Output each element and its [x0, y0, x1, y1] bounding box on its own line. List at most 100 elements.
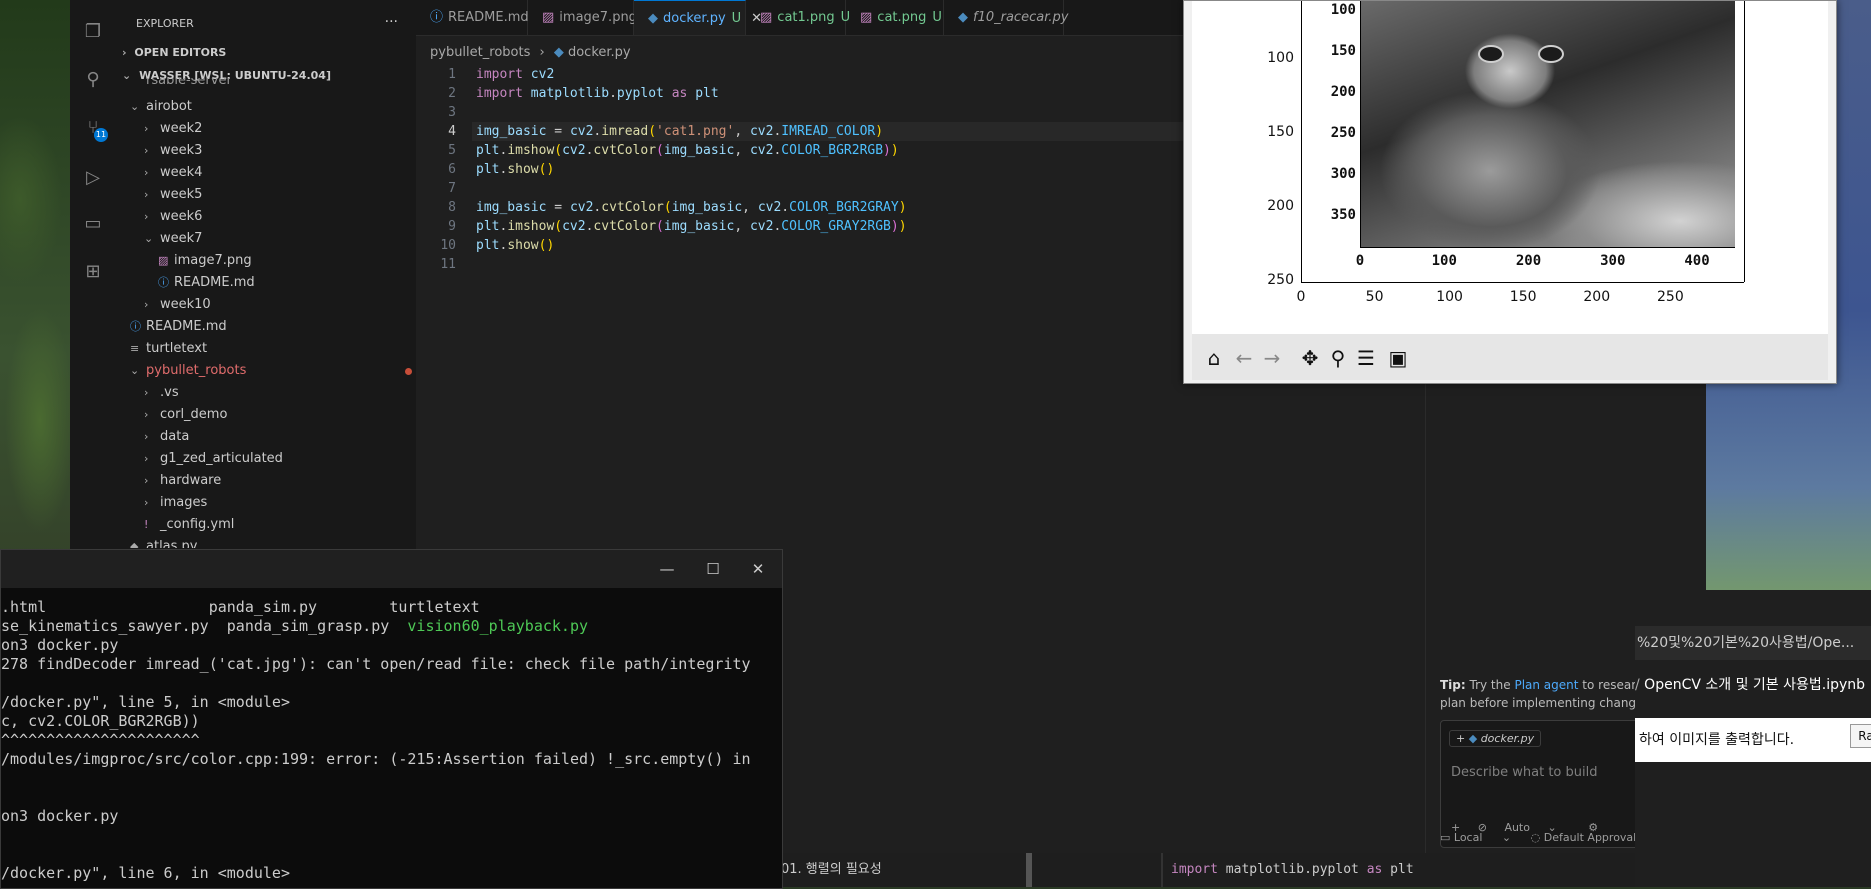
tree-item[interactable]: › .vs	[116, 382, 444, 404]
raw-button[interactable]: Ra	[1850, 724, 1871, 748]
tab-label: f10_racecar.py	[973, 10, 1069, 25]
tree-item[interactable]: › hardware	[116, 470, 444, 492]
tree-item[interactable]: › week3	[116, 140, 444, 162]
tree-item[interactable]: › week2	[116, 118, 444, 140]
terminal-text: on3 docker.py	[1, 636, 119, 654]
python-file-icon: ◆	[553, 45, 564, 60]
tree-item[interactable]: ◆ atlas.py	[116, 536, 430, 548]
python-file-icon: ◆	[958, 10, 968, 25]
outer-x-tick-label: 250	[1657, 289, 1684, 305]
code-keyword: as	[1366, 862, 1383, 877]
open-editors-section[interactable]: › OPEN EDITORS	[116, 42, 416, 64]
cat-eye	[1478, 45, 1504, 63]
plan-agent-link[interactable]: Plan agent	[1514, 678, 1578, 692]
outer-right-spine	[1744, 1, 1745, 282]
outer-x-tick-label: 150	[1509, 289, 1537, 305]
explorer-more-button[interactable]: ···	[385, 14, 398, 30]
breadcrumb-file[interactable]: docker.py	[568, 45, 631, 60]
tree-item[interactable]: ! _config.yml	[116, 514, 444, 536]
outer-x-tick-label: 100	[1436, 289, 1463, 305]
chevron-right-icon: ›	[144, 430, 149, 443]
tree-item[interactable]: › week4	[116, 162, 444, 184]
inner-x-tick-label: 300	[1600, 253, 1626, 269]
outer-x-tick-label: 50	[1365, 289, 1384, 305]
tip-pre: Try the	[1469, 678, 1511, 692]
chevron-right-icon: ›	[144, 496, 149, 509]
chevron-down-icon: ⌄	[144, 232, 154, 245]
run-debug-icon[interactable]: ▷	[80, 164, 106, 190]
tree-item-label: week6	[160, 209, 203, 224]
tree-item[interactable]: ⌄ week7	[116, 228, 444, 250]
close-icon[interactable]: ✕	[747, 558, 769, 580]
chevron-right-icon: ›	[144, 210, 149, 223]
code-alias: plt	[1390, 862, 1414, 877]
tip-label: Tip:	[1440, 678, 1466, 692]
pan-icon[interactable]: ✥	[1298, 346, 1322, 370]
tree-item[interactable]: › corl_demo	[116, 404, 444, 426]
add-context-icon[interactable]: +	[1456, 732, 1465, 745]
terminal-text: on3 docker.py	[1, 807, 119, 825]
home-icon[interactable]: ⌂	[1202, 346, 1226, 370]
maximize-icon[interactable]: ☐	[702, 558, 724, 580]
tree-item[interactable]: ⌄ airobot	[116, 96, 430, 118]
tree-item[interactable]: ⓘ README.md	[116, 316, 430, 338]
search-icon[interactable]: ⚲	[80, 66, 106, 92]
tree-item[interactable]: › week5	[116, 184, 444, 206]
tree-item[interactable]: ⓘ README.md	[116, 272, 458, 294]
file-icon: ⓘ	[130, 320, 141, 333]
tab-cat-png[interactable]: ▨ cat.png U	[846, 0, 944, 35]
terminal-window: — ☐ ✕ .html panda_sim.py turtletext se_ki…	[0, 549, 783, 889]
inner-y-tick-label: 200	[1330, 84, 1356, 100]
outer-y-axis	[1301, 1, 1302, 282]
chevron-right-icon: ›	[144, 166, 149, 179]
explorer-icon[interactable]: ❐	[80, 18, 106, 44]
tree-item[interactable]: › images	[116, 492, 444, 514]
minimize-icon[interactable]: —	[656, 558, 678, 580]
terminal-text-executable: vision60_playback.py	[407, 617, 589, 635]
save-icon[interactable]: ▣	[1386, 346, 1410, 370]
file-icon: !	[144, 518, 149, 531]
tree-item-label: corl_demo	[160, 407, 228, 422]
tree-item[interactable]: › week6	[116, 206, 444, 228]
tree-item[interactable]: › week10	[116, 294, 444, 316]
local-picker[interactable]: ▭ Local ⌄	[1440, 831, 1511, 844]
tab-label: image7.png	[559, 10, 637, 25]
configure-icon[interactable]: ☰	[1354, 346, 1378, 370]
tab-image7-png[interactable]: ▨ image7.png	[528, 0, 637, 35]
figure-canvas[interactable]: 0 50 100 150 200 250 100 150 200 250 0 100 200 300 40…	[1192, 1, 1828, 334]
remote-explorer-icon[interactable]: ▭	[80, 210, 106, 236]
browser-url[interactable]: %20및%20기본%20사용법/Ope...	[1635, 626, 1871, 660]
tree-item-label: airobot	[146, 99, 192, 114]
zoom-icon[interactable]: ⚲	[1326, 346, 1350, 370]
code-module: matplotlib.pyplot	[1225, 862, 1359, 877]
back-icon[interactable]: ←	[1232, 346, 1256, 370]
tab-cat1-png[interactable]: ▨ cat1.png U	[746, 0, 850, 35]
tree-item[interactable]: › g1_zed_articulated	[116, 448, 444, 470]
tree-item[interactable]: › data	[116, 426, 444, 448]
tab-f10-racecar-py[interactable]: ◆ f10_racecar.py	[944, 0, 1068, 35]
chevron-right-icon: ›	[144, 408, 149, 421]
forward-icon[interactable]: →	[1260, 346, 1284, 370]
extensions-icon[interactable]: ⊞	[80, 258, 106, 284]
tab-docker-py[interactable]: ◆ docker.py U ✕	[634, 0, 762, 35]
context-chip[interactable]: + ◆ docker.py	[1449, 730, 1542, 747]
tree-item[interactable]: ▨ image7.png	[116, 250, 458, 272]
terminal-text: panda_sim_grasp.py	[226, 617, 408, 635]
inner-y-tick-label: 100	[1330, 2, 1356, 18]
breadcrumb-separator: ›	[539, 45, 545, 60]
tree-item-truncated[interactable]: rsable-server	[116, 78, 446, 90]
chevron-right-icon: ›	[144, 188, 149, 201]
chevron-down-icon: ⌄	[130, 100, 140, 113]
notebook-heading: 01. 행렬의 필요성	[781, 862, 882, 877]
context-chip-label: docker.py	[1480, 732, 1535, 745]
tab-readme-md[interactable]: ⓘ README.md	[416, 0, 529, 35]
outer-x-axis	[1301, 282, 1744, 283]
tree-item-label: README.md	[146, 319, 227, 334]
explorer-title: EXPLORER	[136, 17, 194, 30]
tree-item[interactable]: ≡ turtletext	[116, 338, 430, 360]
tree-item[interactable]: ⌄ pybullet_robots	[116, 360, 430, 382]
divider	[1026, 853, 1032, 887]
untracked-badge: U	[731, 11, 742, 26]
breadcrumb-folder[interactable]: pybullet_robots	[430, 45, 530, 60]
chat-input[interactable]: Describe what to build	[1451, 765, 1598, 780]
